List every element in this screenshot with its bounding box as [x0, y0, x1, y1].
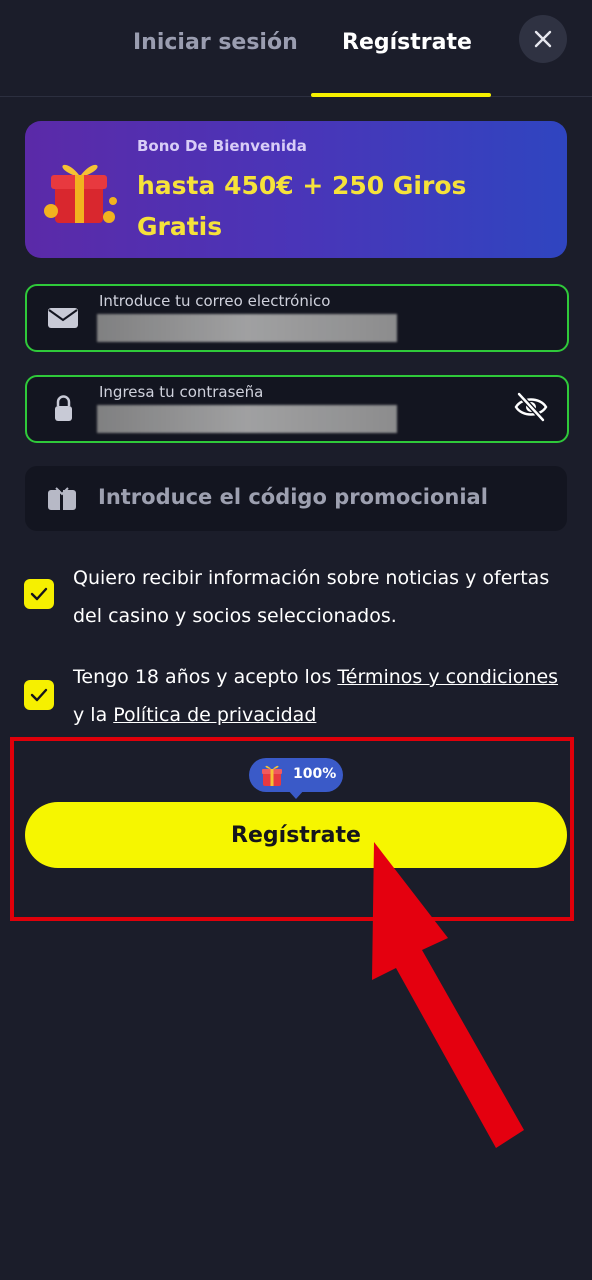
auth-tabs: Iniciar sesión Regístrate — [0, 0, 592, 97]
age-terms-prefix: Tengo 18 años y acepto los — [73, 666, 338, 688]
ticket-icon — [48, 487, 76, 510]
age-terms-checkbox[interactable] — [24, 680, 54, 710]
check-icon — [30, 688, 48, 702]
gift-icon — [44, 164, 117, 223]
bonus-subtitle: Bono De Bienvenida — [137, 137, 307, 155]
badge-pointer — [287, 789, 305, 799]
email-label: Introduce tu correo electrónico — [99, 292, 331, 310]
promo-code-placeholder: Introduce el código promocionial — [98, 485, 488, 509]
bonus-title: hasta 450€ + 250 Giros Gratis — [137, 171, 467, 241]
close-icon — [534, 30, 552, 48]
check-icon — [30, 587, 48, 601]
email-value-redacted[interactable] — [97, 314, 397, 342]
gift-icon — [262, 765, 282, 786]
tab-register[interactable]: Regístrate — [342, 30, 472, 55]
envelope-icon — [48, 308, 78, 328]
tab-login[interactable]: Iniciar sesión — [133, 30, 298, 55]
bonus-badge: 100% — [249, 758, 343, 792]
password-label: Ingresa tu contraseña — [99, 383, 264, 401]
age-terms-middle: y la — [73, 704, 114, 726]
password-value-redacted[interactable] — [97, 405, 397, 433]
marketing-consent-checkbox[interactable] — [24, 579, 54, 609]
bonus-badge-text: 100% — [293, 766, 337, 782]
welcome-bonus-banner: Bono De Bienvenida hasta 450€ + 250 Giro… — [25, 121, 567, 258]
promo-code-field[interactable]: Introduce el código promocionial — [25, 466, 567, 531]
password-field[interactable]: Ingresa tu contraseña — [25, 375, 569, 443]
terms-link[interactable]: Términos y condiciones — [337, 666, 558, 688]
lock-icon — [55, 395, 72, 421]
email-field[interactable]: Introduce tu correo electrónico — [25, 284, 569, 352]
active-tab-indicator — [311, 93, 491, 97]
privacy-link[interactable]: Política de privacidad — [113, 704, 316, 726]
age-terms-text: Tengo 18 años y acepto los Términos y co… — [73, 658, 573, 734]
eye-off-icon[interactable] — [513, 389, 549, 425]
marketing-consent-text: Quiero recibir información sobre noticia… — [73, 567, 550, 627]
close-button[interactable] — [519, 15, 567, 63]
annotation-arrow-icon — [372, 842, 524, 1148]
